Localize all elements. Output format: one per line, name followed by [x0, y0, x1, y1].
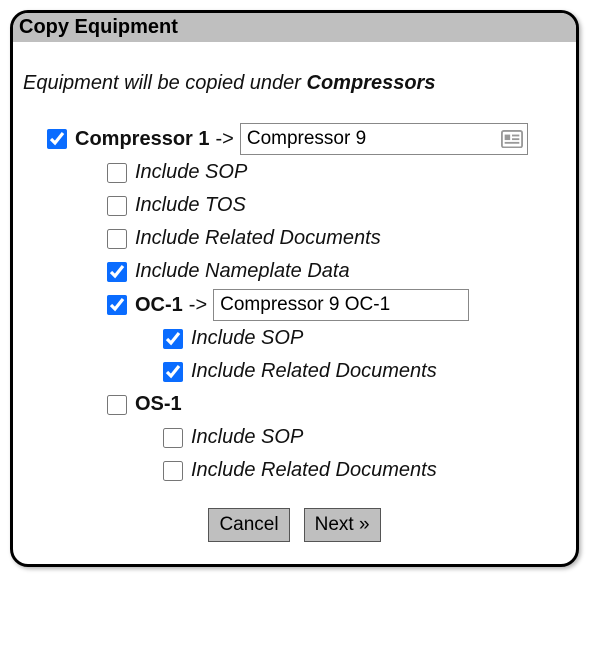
checkbox-include-tos[interactable]: [107, 196, 127, 216]
option-row: Include SOP: [107, 157, 566, 188]
dialog-title: Copy Equipment: [13, 13, 576, 42]
option-label: Include Related Documents: [191, 455, 437, 486]
equipment-row-oc-1: OC-1 ->: [107, 289, 566, 321]
option-label: Include Nameplate Data: [135, 256, 350, 287]
option-row: Include SOP: [163, 422, 566, 453]
equipment-row-compressor-1: Compressor 1 ->: [47, 123, 566, 155]
intro-text: Equipment will be copied under Compresso…: [23, 72, 566, 95]
equipment-name: Compressor 1: [75, 124, 210, 155]
arrow-sep: ->: [189, 290, 207, 321]
option-label: Include Related Documents: [135, 223, 381, 254]
checkbox-os-1[interactable]: [107, 395, 127, 415]
target-name-input-compressor-1[interactable]: [240, 123, 528, 155]
target-field-wrap: [213, 289, 469, 321]
option-row: Include Related Documents: [107, 223, 566, 254]
intro-prefix: Equipment will be copied under: [23, 72, 307, 94]
option-label: Include SOP: [191, 323, 303, 354]
checkbox-include-sop[interactable]: [107, 163, 127, 183]
checkbox-include-related-docs[interactable]: [107, 229, 127, 249]
option-row: Include SOP: [163, 323, 566, 354]
arrow-sep: ->: [216, 124, 234, 155]
checkbox-os1-include-related-docs[interactable]: [163, 461, 183, 481]
copy-equipment-dialog: Copy Equipment Equipment will be copied …: [10, 10, 579, 567]
option-label: Include Related Documents: [191, 356, 437, 387]
equipment-name: OS-1: [135, 389, 182, 420]
next-button[interactable]: Next »: [304, 508, 381, 542]
option-label: Include SOP: [191, 422, 303, 453]
checkbox-compressor-1[interactable]: [47, 129, 67, 149]
checkbox-oc1-include-related-docs[interactable]: [163, 362, 183, 382]
checkbox-oc1-include-sop[interactable]: [163, 329, 183, 349]
option-row: Include Related Documents: [163, 356, 566, 387]
option-label: Include TOS: [135, 190, 246, 221]
button-bar: Cancel Next »: [23, 508, 566, 542]
cancel-button[interactable]: Cancel: [208, 508, 289, 542]
dialog-content: Equipment will be copied under Compresso…: [13, 42, 576, 564]
equipment-name: OC-1: [135, 290, 183, 321]
checkbox-include-nameplate[interactable]: [107, 262, 127, 282]
option-row: Include TOS: [107, 190, 566, 221]
option-label: Include SOP: [135, 157, 247, 188]
option-row: Include Nameplate Data: [107, 256, 566, 287]
checkbox-oc-1[interactable]: [107, 295, 127, 315]
target-field-wrap: [240, 123, 528, 155]
equipment-row-os-1: OS-1: [107, 389, 566, 420]
checkbox-os1-include-sop[interactable]: [163, 428, 183, 448]
option-row: Include Related Documents: [163, 455, 566, 486]
intro-destination: Compressors: [307, 72, 436, 94]
card-icon[interactable]: [501, 130, 523, 148]
target-name-input-oc-1[interactable]: [213, 289, 469, 321]
